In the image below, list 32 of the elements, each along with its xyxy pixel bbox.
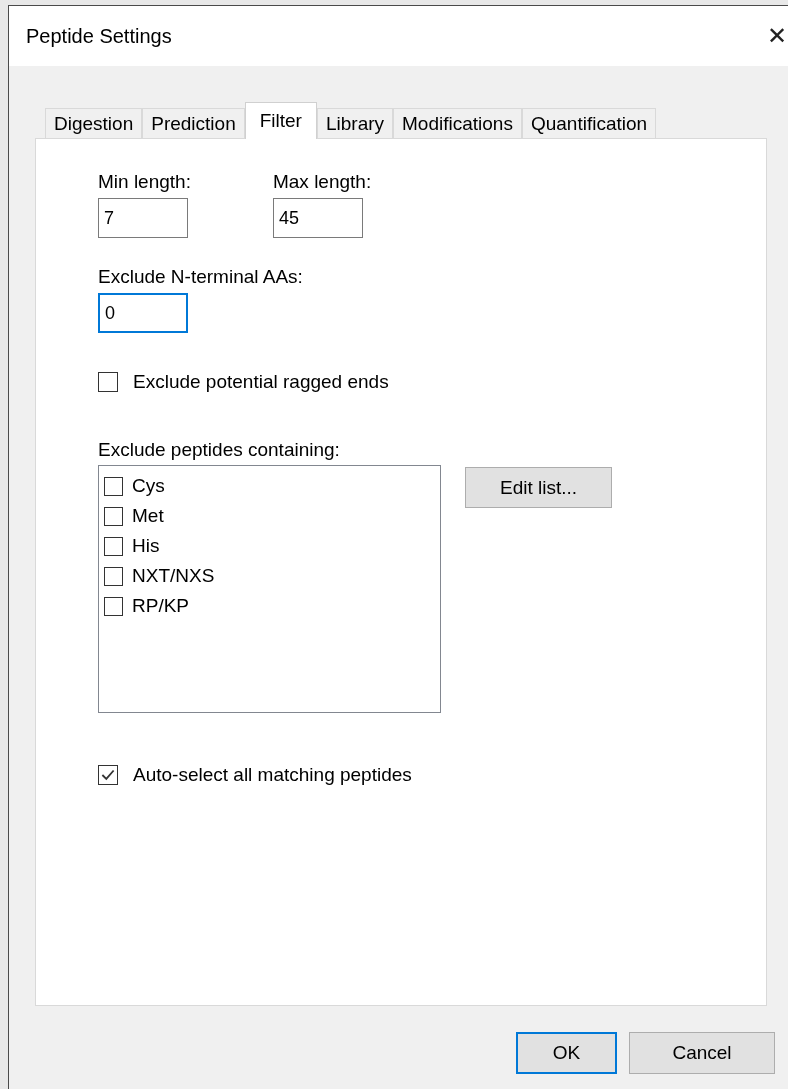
input-field[interactable]: 45 [272, 198, 363, 238]
list-label: Exclude peptides containing: [98, 439, 340, 461]
list-item-label[interactable]: NXT/NXS [132, 565, 215, 587]
checkbox[interactable] [104, 596, 123, 616]
field-label: Exclude N-terminal AAs: [98, 266, 303, 288]
list-item-label[interactable]: RP/KP [132, 595, 190, 617]
input-field[interactable]: 0 [98, 293, 188, 333]
list-item-label[interactable]: Met [132, 505, 164, 527]
list-item-label[interactable]: His [132, 535, 160, 557]
input-field[interactable]: 7 [98, 198, 188, 238]
checkbox[interactable] [98, 372, 118, 392]
checkbox[interactable] [104, 566, 123, 586]
field-label: Max length: [272, 171, 372, 193]
checkbox-label: Exclude potential ragged ends [133, 371, 389, 393]
checkbox[interactable] [104, 476, 123, 496]
tab[interactable]: Quantification [521, 108, 657, 138]
dialog-button[interactable]: OK [516, 1032, 617, 1074]
dialog-button[interactable]: Cancel [629, 1032, 775, 1074]
tab[interactable]: Modifications [393, 108, 522, 138]
tab[interactable]: Filter [244, 102, 317, 139]
tab[interactable]: Prediction [142, 108, 245, 138]
list-item-label[interactable]: Cys [132, 475, 165, 497]
checkbox[interactable] [104, 506, 123, 526]
checkbox[interactable] [104, 536, 123, 556]
window-title: Peptide Settings [26, 24, 172, 48]
checkbox[interactable] [98, 765, 118, 785]
tab[interactable]: Digestion [45, 108, 143, 138]
checkbox-label: Auto-select all matching peptides [133, 764, 412, 786]
edit-list-button[interactable]: Edit list... [465, 467, 612, 508]
tab[interactable]: Library [316, 108, 394, 138]
field-label: Min length: [98, 171, 191, 193]
close-button[interactable]: ✕ [760, 22, 788, 50]
